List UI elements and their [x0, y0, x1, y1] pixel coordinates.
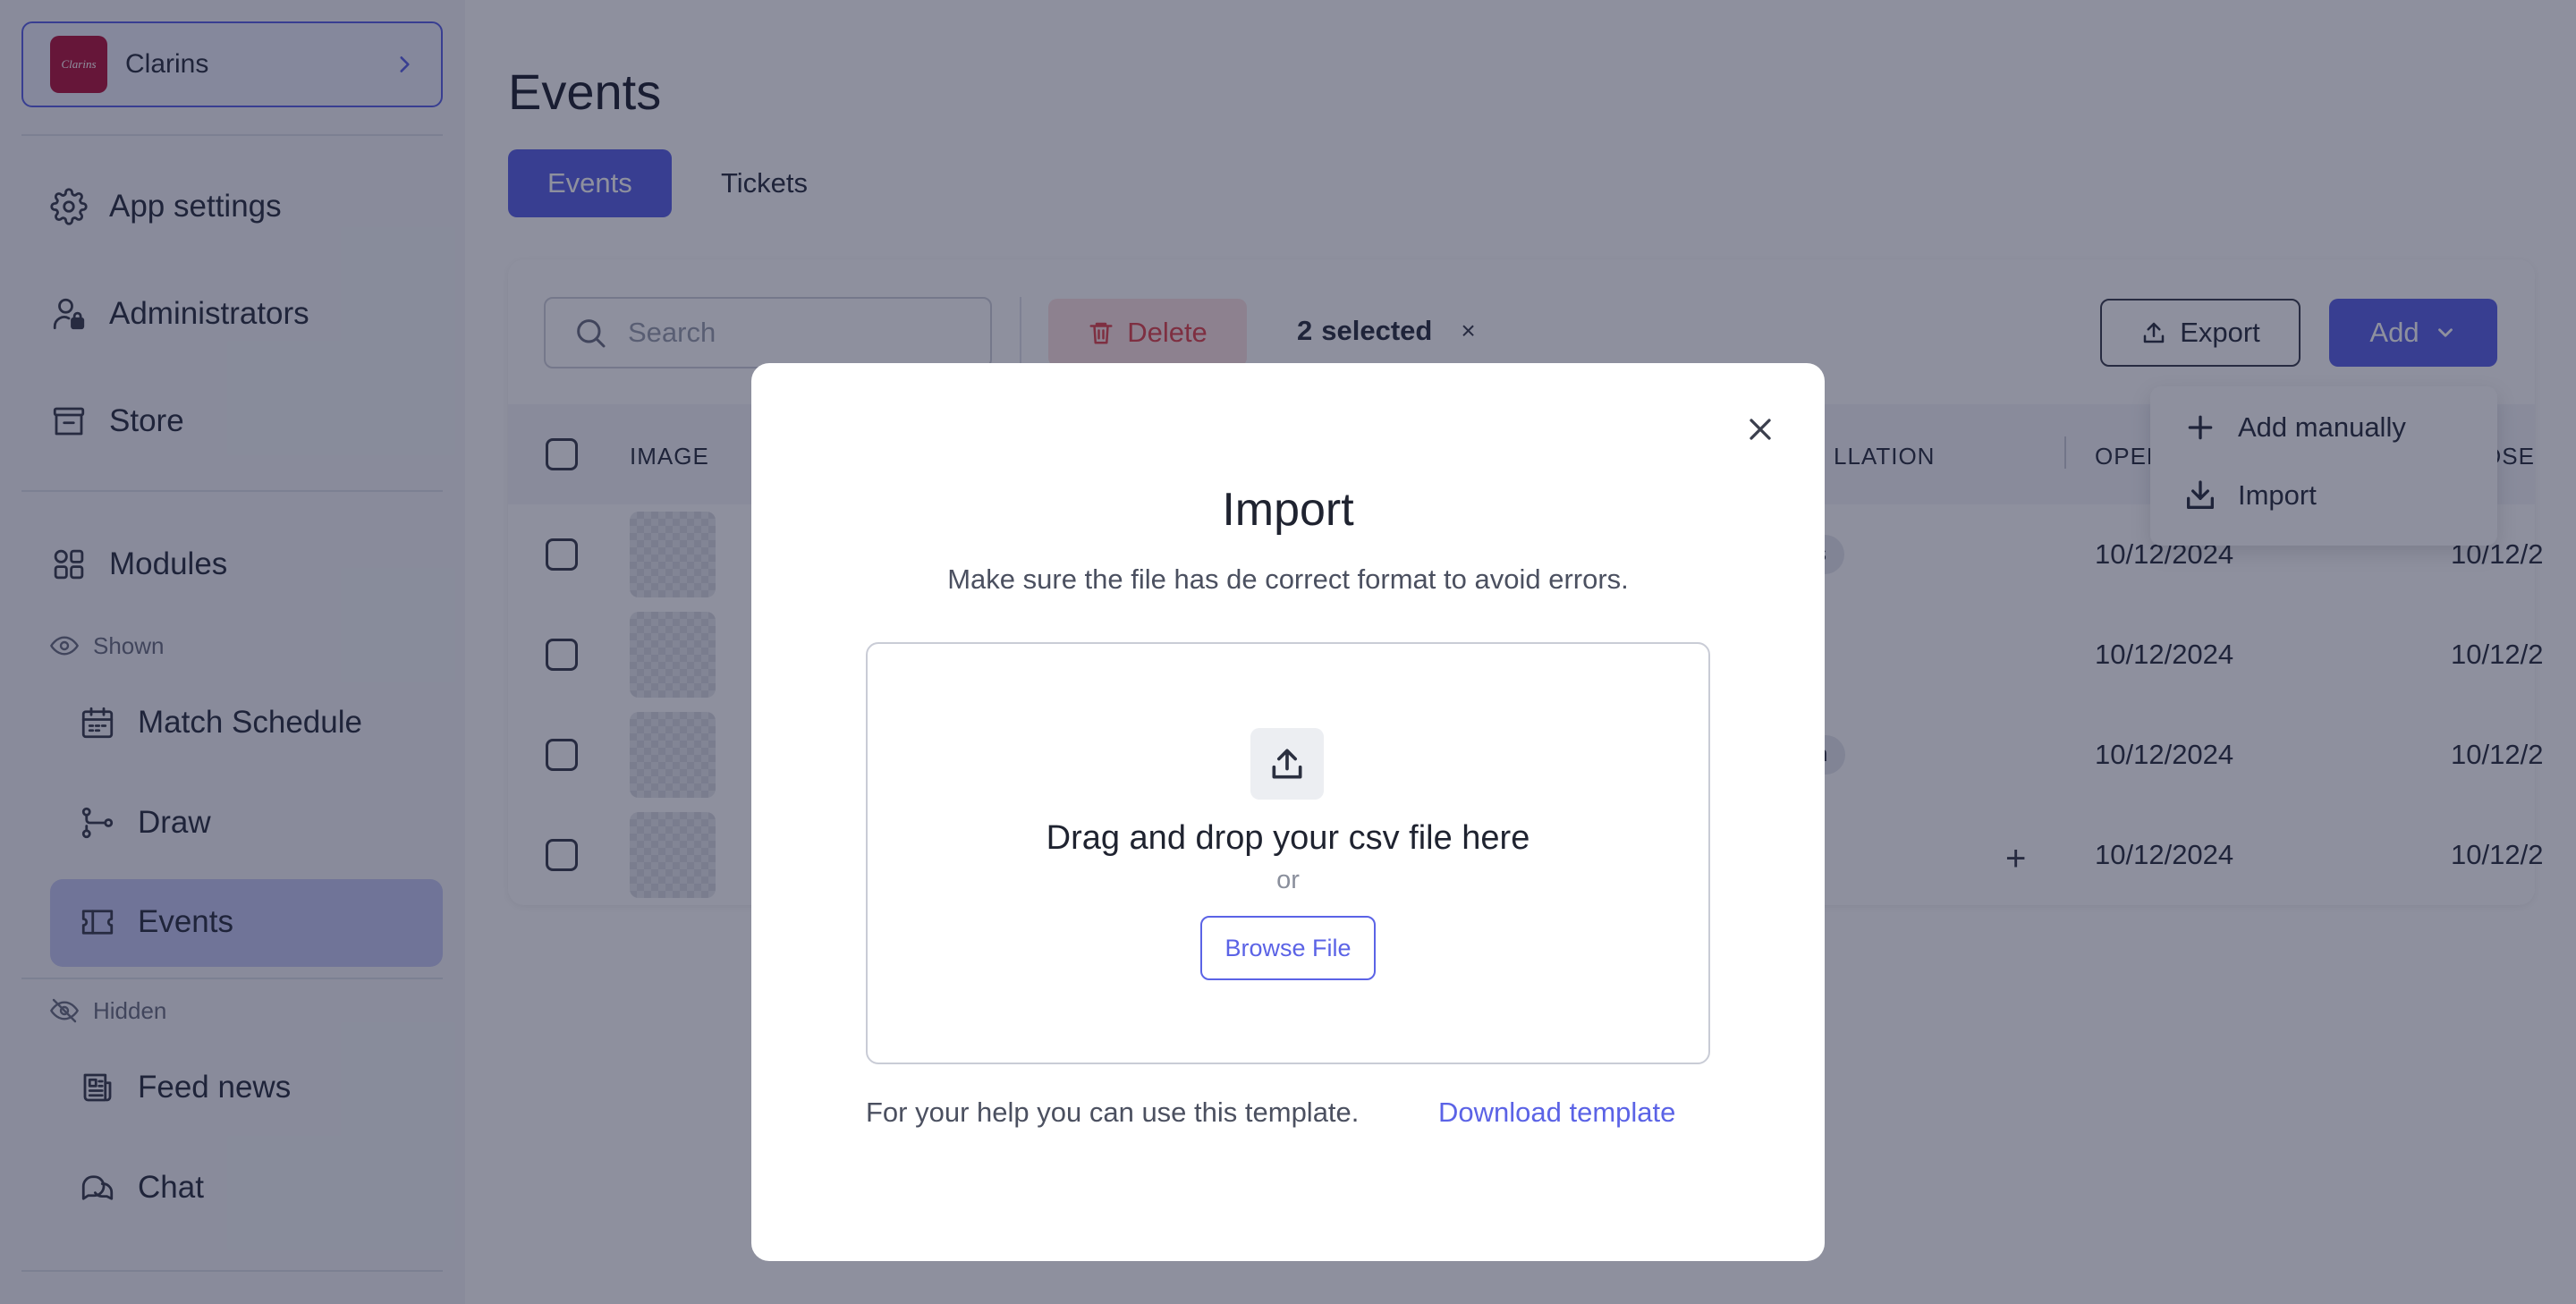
close-icon[interactable] [1742, 411, 1778, 447]
upload-icon [1267, 744, 1307, 783]
modal-subtitle: Make sure the file has de correct format… [947, 563, 1629, 595]
dropzone-text: Drag and drop your csv file here [1046, 819, 1530, 857]
browse-file-button[interactable]: Browse File [1200, 916, 1376, 980]
modal-title: Import [1222, 484, 1354, 536]
template-help-text: For your help you can use this template. [866, 1097, 1360, 1128]
download-template-link[interactable]: Download template [1438, 1097, 1675, 1129]
dropzone-or: or [1276, 866, 1300, 894]
upload-tile [1250, 728, 1324, 800]
